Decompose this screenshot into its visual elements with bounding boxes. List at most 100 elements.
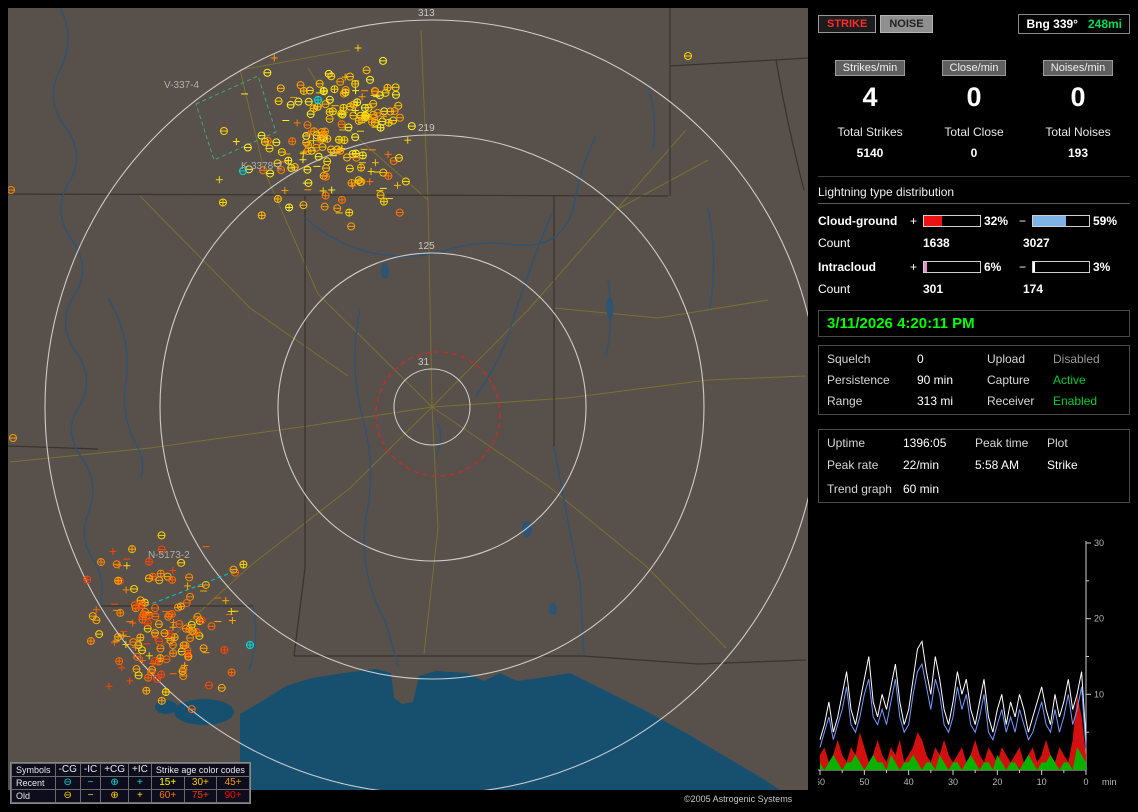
count-label: Count	[818, 236, 923, 250]
uptime-value: 1396:05	[903, 436, 975, 450]
svg-text:313: 313	[418, 8, 435, 19]
svg-text:10: 10	[1037, 777, 1047, 787]
upload-value: Disabled	[1053, 352, 1121, 366]
legend-age-90+: 90+	[217, 790, 250, 803]
ic-pos-pct: 6%	[981, 260, 1019, 274]
svg-text:40: 40	[904, 777, 914, 787]
peak-rate-value: 22/min	[903, 458, 975, 472]
ic-count-row: Count 301 174	[818, 282, 1130, 296]
capture-value: Active	[1053, 373, 1121, 387]
svg-text:219: 219	[418, 123, 435, 134]
strikes-per-min-button[interactable]: Strikes/min	[835, 60, 905, 76]
cg-pos-bar	[923, 215, 981, 227]
mode-row: STRIKE NOISE Bng 339° 248mi	[818, 8, 1130, 34]
squelch-value: 0	[917, 352, 987, 366]
receiver-status-box: Squelch 0 Upload Disabled Persistence 90…	[818, 345, 1130, 415]
plot-value: Strike	[1047, 458, 1121, 472]
legend-age-45+: 45+	[217, 777, 250, 790]
total-strikes-value: 5140	[818, 146, 922, 160]
persistence-label: Persistence	[827, 373, 917, 387]
ic-neg-bar	[1032, 261, 1090, 273]
close-per-min-button[interactable]: Close/min	[942, 60, 1007, 76]
plus-sign: +	[910, 214, 923, 228]
cg-count-row: Count 1638 3027	[818, 236, 1130, 250]
legend-glyph-cgp: ⊕	[101, 777, 129, 790]
range-label: Range	[827, 394, 917, 408]
legend-glyph-cgp: ⊕	[101, 790, 129, 803]
svg-text:50: 50	[859, 777, 869, 787]
rivers	[53, 8, 713, 670]
bearing-range: 248mi	[1088, 17, 1122, 31]
status-panel: STRIKE NOISE Bng 339° 248mi Strikes/min …	[818, 8, 1130, 804]
total-noises-label: Total Noises	[1026, 125, 1130, 139]
svg-text:0: 0	[1083, 777, 1088, 787]
ic-pos-bar	[923, 261, 981, 273]
total-close-value: 0	[922, 146, 1026, 160]
trend-graph-svg: 1020306050403020100min	[818, 538, 1118, 800]
svg-text:min: min	[1102, 777, 1117, 787]
capture-label: Capture	[987, 373, 1053, 387]
minus-sign: −	[1019, 260, 1032, 274]
legend-col-+IC: +IC	[129, 764, 152, 777]
noises-per-min-value: 0	[1026, 82, 1130, 113]
intracloud-row: Intracloud + 6% − 3%	[818, 260, 1130, 274]
trend-graph-label: Trend graph	[827, 482, 903, 496]
bearing-box: Bng 339° 248mi	[1018, 14, 1130, 34]
legend-age-60+: 60+	[151, 790, 184, 803]
svg-text:60: 60	[818, 777, 825, 787]
divider	[818, 176, 1130, 177]
copyright-text: ©2005 Astrogenic Systems	[684, 794, 792, 804]
distribution-title: Lightning type distribution	[818, 185, 1130, 204]
trend-graph-value: 60 min	[903, 482, 1121, 496]
trend-graph: 1020306050403020100min	[818, 538, 1130, 802]
peak-time-label: Peak time	[975, 436, 1047, 450]
minus-sign: −	[1019, 214, 1032, 228]
cg-pos-pct: 32%	[981, 214, 1019, 228]
bearing-label: Bng 339°	[1026, 17, 1077, 31]
cloud-ground-label: Cloud-ground	[818, 214, 910, 228]
plot-label: Plot	[1047, 436, 1121, 450]
legend-age-75+: 75+	[184, 790, 217, 803]
datetime-display: 3/11/2026 4:20:11 PM	[818, 310, 1130, 337]
legend-glyph-icp: +	[129, 777, 152, 790]
persistence-value: 90 min	[917, 373, 987, 387]
strikes-per-min-value: 4	[818, 82, 922, 113]
strike-mode-button[interactable]: STRIKE	[818, 15, 876, 33]
total-strikes-label: Total Strikes	[818, 125, 922, 139]
ic-neg-pct: 3%	[1090, 260, 1128, 274]
svg-text:20: 20	[1094, 614, 1104, 624]
range-value: 313 mi	[917, 394, 987, 408]
legend-age-title: Strike age color codes	[151, 764, 249, 777]
receiver-label: Receiver	[987, 394, 1053, 408]
cg-neg-bar	[1032, 215, 1090, 227]
total-close-label: Total Close	[922, 125, 1026, 139]
peak-rate-label: Peak rate	[827, 458, 903, 472]
svg-text:N-5173-2: N-5173-2	[148, 550, 190, 561]
map-svg: 31321912531V-337-4K-3378-2N-5173-2	[8, 8, 808, 790]
svg-text:V-337-4: V-337-4	[164, 80, 199, 91]
legend-row-recent: Recent	[12, 777, 56, 790]
lightning-map[interactable]: 31321912531V-337-4K-3378-2N-5173-2	[8, 8, 808, 790]
count-label: Count	[818, 282, 923, 296]
close-per-min-value: 0	[922, 82, 1026, 113]
session-info-box: Uptime 1396:05 Peak time Plot Peak rate …	[818, 429, 1130, 503]
cg-neg-count: 3027	[1023, 236, 1123, 250]
plus-sign: +	[910, 260, 923, 274]
peak-time-value: 5:58 AM	[975, 458, 1047, 472]
cg-pos-count: 1638	[923, 236, 1023, 250]
rate-values: 4 0 0	[818, 82, 1130, 113]
svg-text:30: 30	[948, 777, 958, 787]
noise-mode-button[interactable]: NOISE	[880, 15, 932, 33]
legend-table: Symbols-CG-IC+CG+ICStrike age color code…	[11, 763, 250, 803]
svg-text:30: 30	[1094, 538, 1104, 548]
legend-glyph-cgn: ⊖	[55, 790, 80, 803]
svg-text:10: 10	[1094, 689, 1104, 699]
legend-col-+CG: +CG	[101, 764, 129, 777]
legend-row-old: Old	[12, 790, 56, 803]
noises-per-min-button[interactable]: Noises/min	[1043, 60, 1113, 76]
rate-headers: Strikes/min Close/min Noises/min	[818, 60, 1130, 76]
legend-symbols-header: Symbols	[12, 764, 56, 777]
uptime-label: Uptime	[827, 436, 903, 450]
svg-text:K-3378-2: K-3378-2	[241, 161, 283, 172]
svg-text:125: 125	[418, 241, 435, 252]
